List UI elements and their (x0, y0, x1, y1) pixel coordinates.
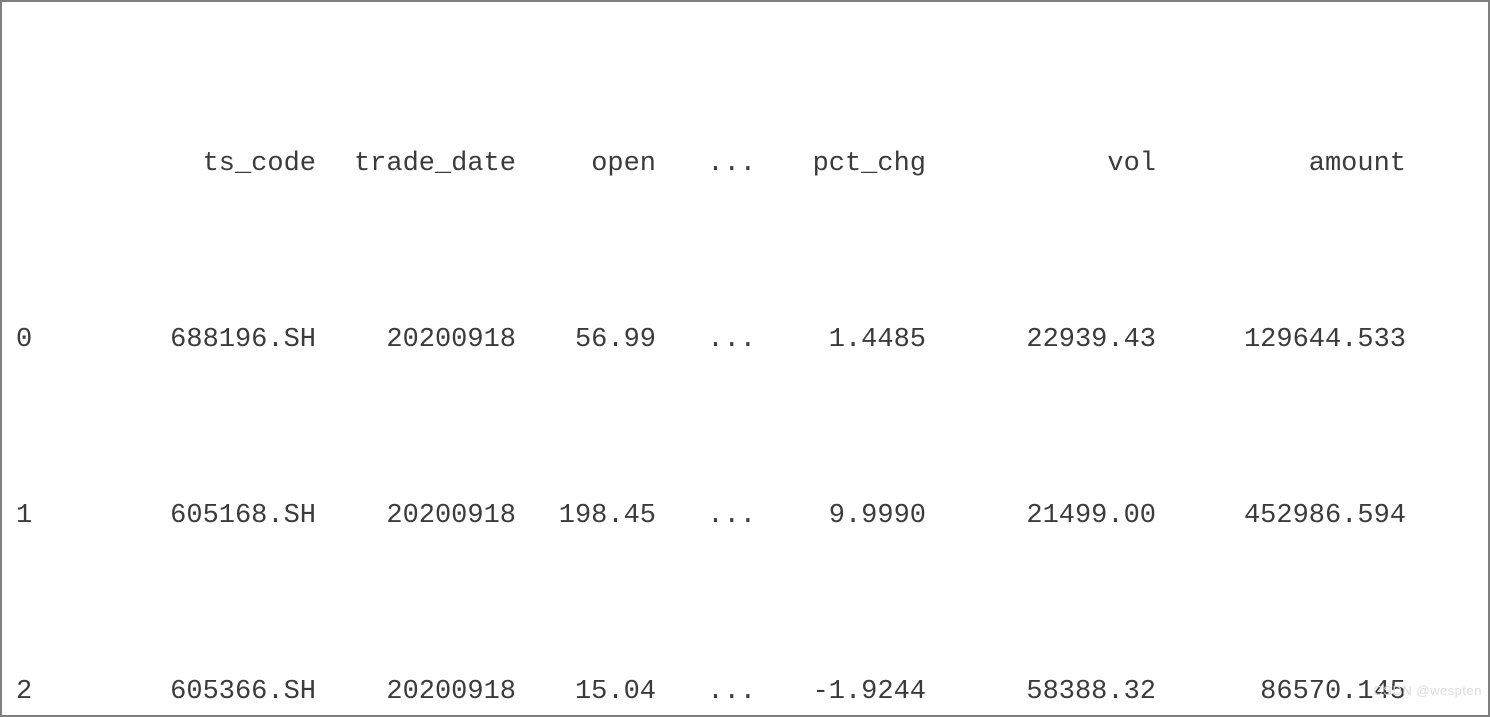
cell-trade_date: 20200918 (316, 670, 516, 714)
header-index (16, 142, 116, 186)
header-vol: vol (926, 142, 1156, 186)
cell-pct_chg: -1.9244 (756, 670, 926, 714)
cell-vol: 58388.32 (926, 670, 1156, 714)
cell-open: 198.45 (516, 494, 656, 538)
header-pct_chg: pct_chg (756, 142, 926, 186)
table-row: 0 688196.SH 20200918 56.99 ... 1.4485 22… (16, 318, 1474, 362)
header-open: open (516, 142, 656, 186)
cell-amount: 452986.594 (1156, 494, 1406, 538)
header-trade_date: trade_date (316, 142, 516, 186)
header-row: ts_code trade_date open ... pct_chg vol … (16, 142, 1474, 186)
cell-amount: 129644.533 (1156, 318, 1406, 362)
cell-vol: 22939.43 (926, 318, 1156, 362)
header-amount: amount (1156, 142, 1406, 186)
cell-open: 56.99 (516, 318, 656, 362)
row-index: 0 (16, 318, 116, 362)
cell-vol: 21499.00 (926, 494, 1156, 538)
header-ellipsis: ... (656, 142, 756, 186)
cell-trade_date: 20200918 (316, 494, 516, 538)
cell-ellipsis: ... (656, 494, 756, 538)
table-row: 1 605168.SH 20200918 198.45 ... 9.9990 2… (16, 494, 1474, 538)
cell-trade_date: 20200918 (316, 318, 516, 362)
row-index: 1 (16, 494, 116, 538)
cell-ts_code: 605168.SH (116, 494, 316, 538)
cell-ellipsis: ... (656, 670, 756, 714)
cell-pct_chg: 9.9990 (756, 494, 926, 538)
row-index: 2 (16, 670, 116, 714)
cell-amount: 86570.145 (1156, 670, 1406, 714)
table-row: 2 605366.SH 20200918 15.04 ... -1.9244 5… (16, 670, 1474, 714)
cell-ts_code: 688196.SH (116, 318, 316, 362)
watermark: CSDN @wespten (1373, 669, 1482, 713)
header-ts_code: ts_code (116, 142, 316, 186)
dataframe-output: ts_code trade_date open ... pct_chg vol … (0, 0, 1490, 717)
cell-ts_code: 605366.SH (116, 670, 316, 714)
cell-open: 15.04 (516, 670, 656, 714)
cell-ellipsis: ... (656, 318, 756, 362)
cell-pct_chg: 1.4485 (756, 318, 926, 362)
